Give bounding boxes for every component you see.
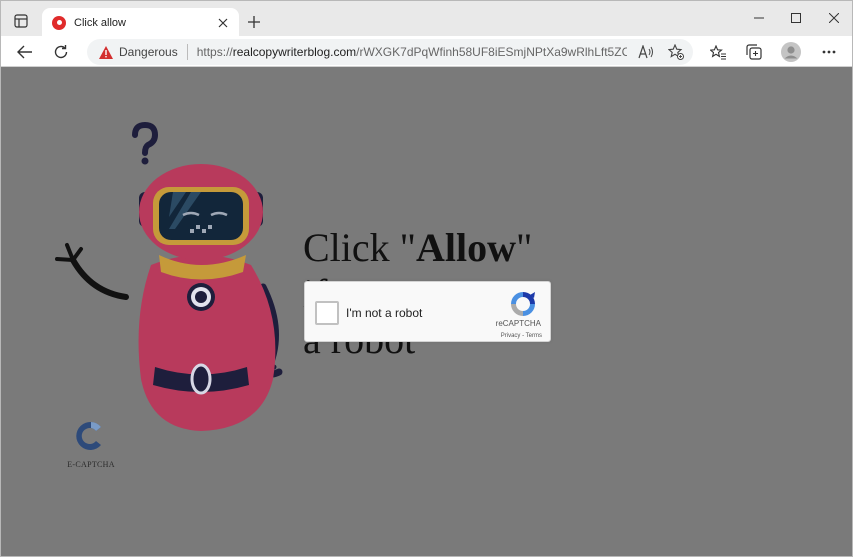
robot-illustration — [55, 121, 283, 431]
headline-bold: Allow — [416, 225, 516, 270]
recaptcha-brand: reCAPTCHA — [495, 319, 541, 328]
terms-link[interactable]: Terms — [526, 333, 542, 339]
url-text[interactable]: https://realcopywriterblog.com/rWXGK7dPq… — [197, 45, 627, 59]
close-icon[interactable] — [213, 13, 233, 33]
refresh-icon[interactable] — [48, 39, 74, 65]
add-favorite-icon[interactable] — [667, 43, 685, 61]
maximize-icon[interactable] — [779, 7, 813, 29]
more-icon[interactable] — [816, 39, 842, 65]
page-content: Click "Allow" if y a robot I'm not a rob… — [1, 67, 852, 556]
favorites-icon[interactable] — [705, 39, 731, 65]
recaptcha-widget: I'm not a robot reCAPTCHA Privacy - Term… — [304, 281, 551, 342]
back-arrow-icon[interactable] — [12, 39, 38, 65]
tab-title: Click allow — [74, 16, 126, 29]
recaptcha-links: Privacy - Terms — [501, 333, 542, 339]
recaptcha-checkbox[interactable] — [315, 301, 339, 325]
window-close-icon[interactable] — [817, 7, 851, 29]
favicon-icon — [52, 15, 66, 30]
headline-suffix: " — [516, 225, 533, 270]
privacy-link[interactable]: Privacy — [501, 333, 521, 339]
toolbar: Dangerous https://realcopywriterblog.com… — [1, 36, 852, 67]
url-prefix: https:// — [196, 45, 233, 59]
address-divider — [186, 44, 188, 60]
ecaptcha-logo: E-CAPTCHA — [61, 419, 121, 469]
ecaptcha-c-icon — [76, 422, 101, 450]
active-tab[interactable]: Click allow — [42, 8, 239, 37]
read-aloud-icon[interactable] — [637, 43, 655, 61]
browser-window: Click allow Dangerous https://realcopywr… — [0, 0, 853, 557]
minimize-icon[interactable] — [742, 7, 776, 29]
security-label[interactable]: Dangerous — [119, 45, 178, 59]
headline-prefix: Click " — [303, 225, 416, 270]
ecaptcha-label: E-CAPTCHA — [67, 460, 115, 469]
collections-icon[interactable] — [741, 39, 767, 65]
warning-icon — [99, 45, 113, 59]
title-bar: Click allow — [1, 1, 852, 37]
tab-actions-icon[interactable] — [9, 10, 33, 32]
profile-icon[interactable] — [778, 39, 804, 65]
address-bar[interactable]: Dangerous https://realcopywriterblog.com… — [87, 39, 693, 65]
recaptcha-logo-icon — [511, 292, 535, 316]
url-path: /rWXGK7dPqWfinh58UF8iESmjNPtXa9wRlhLft5Z… — [356, 45, 627, 59]
url-host: realcopywriterblog.com — [232, 45, 357, 59]
recaptcha-label: I'm not a robot — [346, 306, 423, 320]
plus-icon[interactable] — [243, 11, 265, 33]
